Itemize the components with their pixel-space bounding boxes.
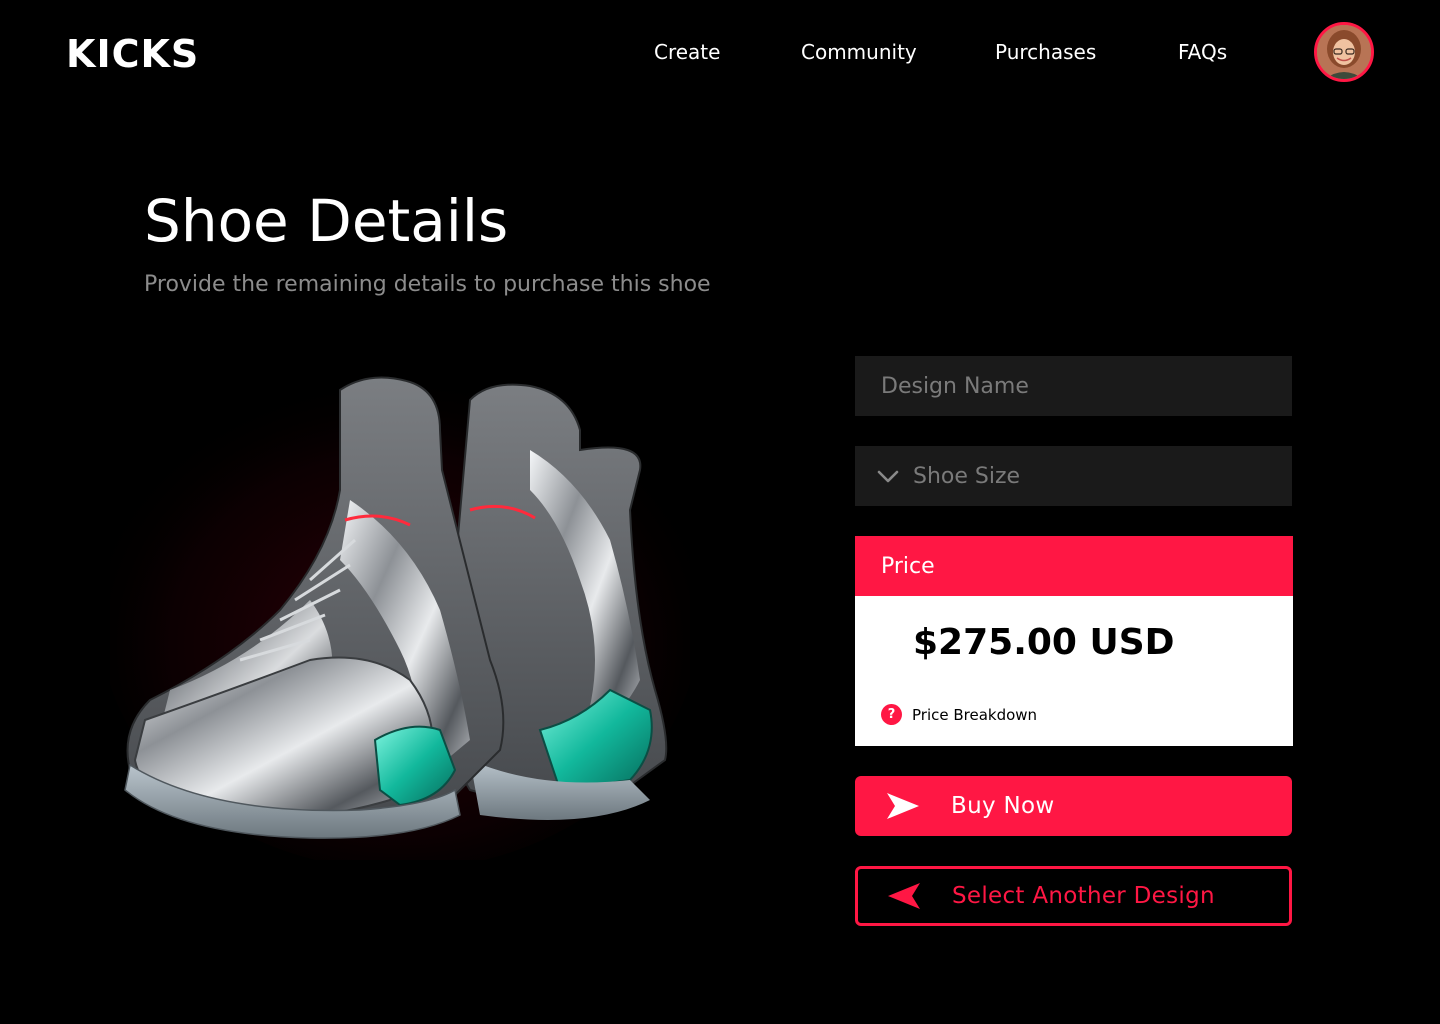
shoe-image <box>100 360 700 870</box>
send-arrow-icon <box>887 793 919 819</box>
user-avatar[interactable] <box>1314 22 1374 82</box>
shoe-size-label: Shoe Size <box>913 463 1021 489</box>
page-subtitle: Provide the remaining details to purchas… <box>144 272 711 297</box>
price-breakdown-label: Price Breakdown <box>912 705 1038 724</box>
nav-create[interactable]: Create <box>654 40 720 64</box>
design-name-input[interactable] <box>855 356 1292 416</box>
chevron-down-icon <box>877 470 899 483</box>
select-another-design-label: Select Another Design <box>952 883 1215 909</box>
logo-text: KICKS <box>66 32 200 76</box>
select-another-design-button[interactable]: Select Another Design <box>855 866 1292 926</box>
nav-purchases[interactable]: Purchases <box>995 40 1096 64</box>
price-value: $275.00 USD <box>913 622 1175 663</box>
buy-now-label: Buy Now <box>951 793 1055 819</box>
back-arrow-icon <box>888 883 920 909</box>
price-card: Price $275.00 USD ? Price Breakdown <box>855 536 1293 746</box>
shoe-size-select[interactable]: Shoe Size <box>855 446 1292 506</box>
buy-now-button[interactable]: Buy Now <box>855 776 1292 836</box>
nav-faqs[interactable]: FAQs <box>1178 40 1227 64</box>
question-circle-icon: ? <box>881 704 902 725</box>
design-name-field[interactable] <box>855 356 1292 416</box>
logo[interactable]: KICKS <box>66 35 199 73</box>
nav-community[interactable]: Community <box>801 40 917 64</box>
avatar-portrait-icon <box>1317 25 1371 79</box>
page-title: Shoe Details <box>144 187 509 255</box>
price-breakdown-link[interactable]: ? Price Breakdown <box>881 704 1037 725</box>
price-header: Price <box>855 536 1293 596</box>
